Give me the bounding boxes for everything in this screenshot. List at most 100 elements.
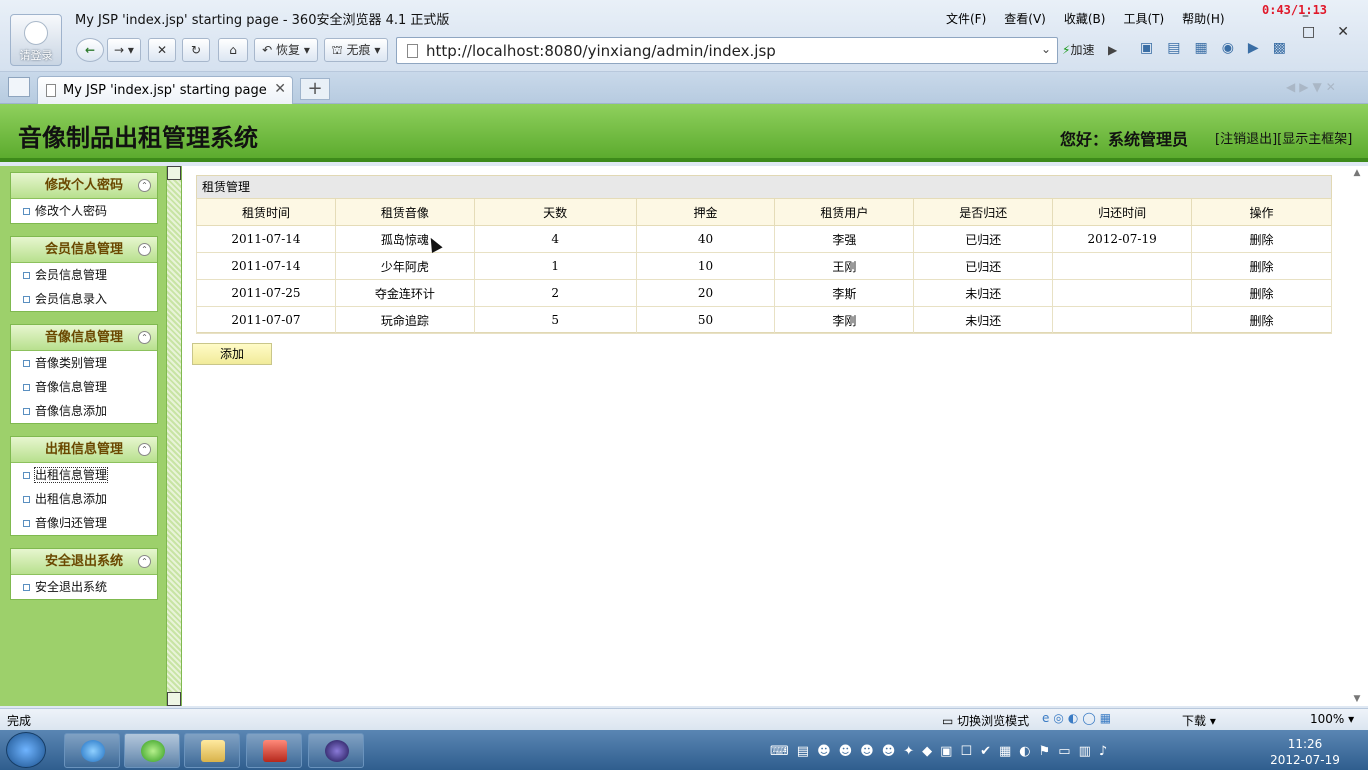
qq-icon[interactable]: ☻☻☻☻ xyxy=(817,744,903,759)
stop-button[interactable]: ✕ xyxy=(148,38,176,62)
back-button[interactable]: ← xyxy=(76,38,104,62)
menu-group-header[interactable]: 音像信息管理 ⌃ xyxy=(11,325,157,351)
apps-icon[interactable]: ▩ xyxy=(1273,40,1300,56)
menu-tools[interactable]: 工具(T) xyxy=(1123,12,1164,26)
chevron-down-icon[interactable]: ⌄ xyxy=(1041,42,1051,56)
cell-media: 少年阿虎 xyxy=(334,252,475,280)
browser-tab[interactable]: My JSP 'index.jsp' starting page ✕ xyxy=(37,76,293,104)
taskbar-eclipse-button[interactable] xyxy=(308,733,364,768)
security-icon[interactable]: ◉ xyxy=(1222,40,1248,56)
table-row: 2011-07-25 夺金连环计 2 20 李斯 未归还 删除 xyxy=(196,279,1332,307)
browser-360-icon xyxy=(141,740,165,762)
windows-start-icon[interactable] xyxy=(6,732,46,768)
switch-mode-button[interactable]: ▭ 切换浏览模式 xyxy=(942,712,1029,729)
menu-help[interactable]: 帮助(H) xyxy=(1182,12,1224,26)
menu-group-header[interactable]: 修改个人密码 ⌃ xyxy=(11,173,157,199)
delete-link[interactable]: 删除 xyxy=(1191,306,1332,334)
menu-group-password: 修改个人密码 ⌃ 修改个人密码 xyxy=(10,172,158,224)
menu-group-header[interactable]: 出租信息管理 ⌃ xyxy=(11,437,157,463)
menu-group-header[interactable]: 安全退出系统 ⌃ xyxy=(11,549,157,575)
taskbar-toolbox-button[interactable] xyxy=(246,733,302,768)
vertical-scrollbar[interactable]: ▲ ▼ xyxy=(1346,166,1368,706)
sidebar-item-label: 出租信息管理 xyxy=(33,467,109,483)
sidebar-item-member-manage[interactable]: 会员信息管理 xyxy=(11,263,157,287)
delete-link[interactable]: 删除 xyxy=(1191,225,1332,253)
minimize-icon[interactable]: – xyxy=(1302,8,1309,24)
tab-next-icon[interactable]: ▶ xyxy=(1299,80,1312,94)
splitter-top-icon[interactable] xyxy=(167,166,181,180)
sidebar-item-member-add[interactable]: 会员信息录入 xyxy=(11,287,157,311)
taskbar-clock[interactable]: 11:26 2012-07-19 xyxy=(1270,736,1340,768)
show-frame-link[interactable]: [显示主框架] xyxy=(1277,132,1352,147)
collapse-icon[interactable]: ⌃ xyxy=(138,443,151,456)
cell-return-date xyxy=(1052,306,1193,334)
taskbar-ie-button[interactable] xyxy=(64,733,120,768)
restore-label: 恢复 xyxy=(276,43,301,57)
sidebar-item-exit[interactable]: 安全退出系统 xyxy=(11,575,157,599)
close-tab-icon[interactable]: ✕ xyxy=(274,81,286,97)
download-button[interactable]: 下载 ▾ xyxy=(1182,712,1216,729)
tab-prev-icon[interactable]: ◀ xyxy=(1286,80,1299,94)
menu-view[interactable]: 查看(V) xyxy=(1004,12,1046,26)
restore-button[interactable]: ↶ 恢复 ▾ xyxy=(254,38,318,62)
taskbar-explorer-button[interactable] xyxy=(184,733,240,768)
zoom-control[interactable]: 100% ▾ xyxy=(1310,712,1354,726)
ie-icon[interactable]: e xyxy=(1042,711,1053,725)
toggle-icon[interactable]: ◐◯ xyxy=(1068,711,1100,725)
collapse-icon[interactable]: ⌃ xyxy=(138,555,151,568)
network-icon[interactable]: ▤ xyxy=(797,744,817,759)
go-button[interactable]: ▶ xyxy=(1108,38,1128,63)
sidebar-item-return-manage[interactable]: 音像归还管理 xyxy=(11,511,157,535)
tab-close-all-icon[interactable]: ✕ xyxy=(1326,80,1340,94)
delete-link[interactable]: 删除 xyxy=(1191,252,1332,280)
refresh-button[interactable]: ↻ xyxy=(182,38,210,62)
new-tab-button[interactable]: + xyxy=(300,78,330,100)
extension-icon[interactable]: ▣ xyxy=(1140,40,1167,56)
avatar[interactable]: 请登录 xyxy=(10,14,62,66)
collapse-icon[interactable]: ⌃ xyxy=(138,331,151,344)
sidebar-item-media-manage[interactable]: 音像信息管理 xyxy=(11,375,157,399)
translate-icon[interactable]: ▤ xyxy=(1167,40,1194,56)
logout-link[interactable]: [注销退出] xyxy=(1215,132,1277,147)
arrow-right-icon: → ▾ xyxy=(114,43,134,57)
speed-button[interactable]: ⚡加速 xyxy=(1062,38,1106,63)
delete-link[interactable]: 删除 xyxy=(1191,279,1332,307)
sidebar-item-rental-add[interactable]: 出租信息添加 xyxy=(11,487,157,511)
tray-app-icons[interactable]: ✦◆▣☐✔▦◐⚑▭▥♪ xyxy=(903,744,1115,759)
url-text[interactable]: http://localhost:8080/yinxiang/admin/ind… xyxy=(426,42,776,60)
forward-button[interactable]: → ▾ xyxy=(107,38,141,62)
maximize-icon[interactable]: □ xyxy=(1302,24,1315,40)
add-button[interactable]: 添加 xyxy=(192,343,272,365)
screenshot-icon[interactable]: ▦ xyxy=(1194,40,1221,56)
sidebar-item-rental-manage[interactable]: 出租信息管理 xyxy=(11,463,157,487)
cell-user: 李斯 xyxy=(774,279,915,307)
cell-deposit: 50 xyxy=(635,306,776,334)
scroll-up-icon[interactable]: ▲ xyxy=(1346,168,1368,178)
frame-splitter[interactable] xyxy=(166,166,182,706)
globe-icon[interactable]: ◎ xyxy=(1053,711,1067,725)
menu-group-header[interactable]: 会员信息管理 ⌃ xyxy=(11,237,157,263)
column-header: 租赁音像 xyxy=(334,198,475,226)
sidebar-toggle-icon[interactable] xyxy=(8,77,30,97)
incognito-button[interactable]: ⛫ 无痕 ▾ xyxy=(324,38,388,62)
taskbar-360-browser-button[interactable] xyxy=(124,733,180,768)
splitter-bottom-icon[interactable] xyxy=(167,692,181,706)
sidebar-item-media-add[interactable]: 音像信息添加 xyxy=(11,399,157,423)
menu-favorites[interactable]: 收藏(B) xyxy=(1064,12,1106,26)
address-bar[interactable]: http://localhost:8080/yinxiang/admin/ind… xyxy=(396,37,1058,64)
scroll-down-icon[interactable]: ▼ xyxy=(1346,694,1368,704)
keyboard-icon[interactable]: ⌨ xyxy=(770,744,797,759)
sidebar-item-media-category[interactable]: 音像类别管理 xyxy=(11,351,157,375)
close-icon[interactable]: ✕ xyxy=(1337,24,1349,40)
tab-list-icon[interactable]: ▼ xyxy=(1312,80,1325,94)
page-icon xyxy=(407,44,418,58)
media-icon[interactable]: ▶ xyxy=(1248,40,1273,56)
table-row: 2011-07-14 孤岛惊魂 4 40 李强 已归还 2012-07-19 删… xyxy=(196,225,1332,253)
calendar-icon[interactable]: ▦ xyxy=(1100,711,1115,725)
menu-file[interactable]: 文件(F) xyxy=(946,12,986,26)
cell-date: 2011-07-07 xyxy=(196,306,336,334)
home-button[interactable]: ⌂ xyxy=(218,38,248,62)
collapse-icon[interactable]: ⌃ xyxy=(138,179,151,192)
sidebar-item-change-password[interactable]: 修改个人密码 xyxy=(11,199,157,223)
collapse-icon[interactable]: ⌃ xyxy=(138,243,151,256)
